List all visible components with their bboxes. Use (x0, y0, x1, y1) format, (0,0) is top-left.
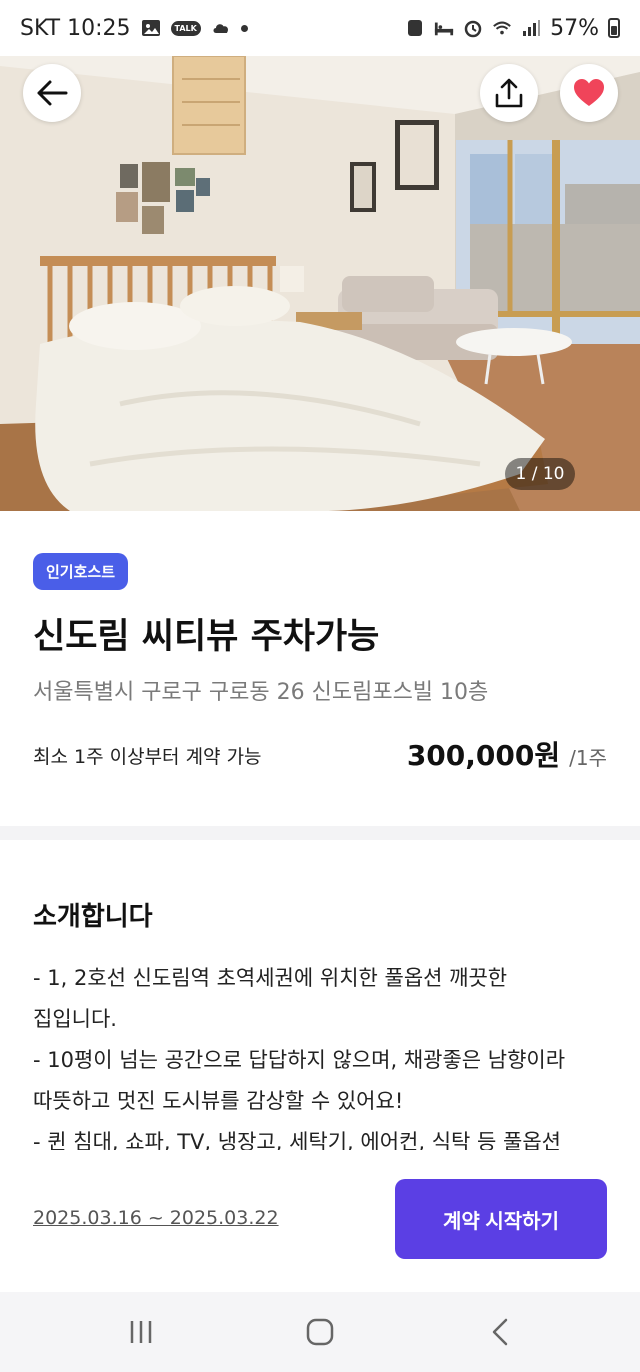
home-icon (306, 1318, 334, 1346)
description-line: 따뜻하고 멋진 도시뷰를 감상할 수 있어요! (33, 1089, 404, 1113)
room-photo-carousel[interactable]: 1 / 10 (0, 44, 640, 511)
alarm-icon (464, 20, 482, 38)
description-line: 집입니다. (33, 1007, 117, 1031)
minimum-term-text: 최소 1주 이상부터 계약 가능 (33, 746, 262, 768)
popular-host-badge: 인기호스트 (33, 553, 129, 590)
home-button[interactable] (300, 1314, 340, 1350)
carrier-time: SKT 10:25 (20, 15, 131, 41)
intro-description[interactable]: - 1, 2호선 신도림역 초역세권에 위치한 풀옵션 깨끗한 집입니다. - … (33, 958, 613, 1152)
status-left: SKT 10:25 TALK (20, 16, 248, 41)
chevron-left-icon (492, 1318, 508, 1346)
status-right: 57% (405, 16, 620, 41)
cloud-icon (213, 24, 228, 33)
wifi-icon (493, 21, 511, 35)
price-row: 300,000원 /1주 (407, 734, 607, 774)
section-divider (0, 826, 640, 840)
battery-icon (608, 18, 620, 38)
gallery-notification-icon (141, 20, 160, 36)
intro-section-title: 소개합니다 (33, 902, 153, 932)
favorite-button[interactable] (560, 64, 618, 122)
talk-notification-icon: TALK (170, 20, 201, 36)
arrow-left-icon (37, 80, 68, 106)
more-notifications-dot-icon (240, 24, 248, 32)
photo-counter: 1 / 10 (505, 458, 575, 490)
bed-icon (435, 22, 454, 36)
recent-apps-button[interactable] (121, 1314, 161, 1350)
share-icon (495, 78, 523, 108)
status-bar: SKT 10:25 TALK 57% (0, 0, 640, 56)
room-photo (0, 44, 640, 511)
description-line: - 10평이 넘는 공간으로 답답하지 않으며, 채광좋은 남향이라 (33, 1048, 566, 1072)
date-range-link[interactable]: 2025.03.16 ~ 2025.03.22 (33, 1207, 279, 1229)
heart-icon (574, 79, 604, 106)
bottom-action-bar: 2025.03.16 ~ 2025.03.22 계약 시작하기 (0, 1150, 640, 1292)
app-notification-icon (408, 20, 423, 36)
back-button[interactable] (23, 64, 81, 122)
share-button[interactable] (480, 64, 538, 122)
system-nav-bar (0, 1292, 640, 1372)
system-back-button[interactable] (480, 1314, 520, 1350)
listing-title: 신도림 씨티뷰 주차가능 (33, 617, 380, 657)
description-line: - 퀸 침대, 쇼파, TV, 냉장고, 세탁기, 에어컨, 식탁 등 풀옵션 (33, 1130, 561, 1152)
listing-address: 서울특별시 구로구 구로동 26 신도림포스빌 10층 (33, 680, 489, 705)
price-unit: /1주 (569, 746, 607, 770)
battery-percent: 57% (550, 15, 599, 41)
signal-icon (523, 20, 541, 36)
description-line: - 1, 2호선 신도림역 초역세권에 위치한 풀옵션 깨끗한 (33, 966, 508, 990)
price-value: 300,000원 (406, 739, 561, 772)
start-contract-button[interactable]: 계약 시작하기 (395, 1179, 607, 1259)
recent-apps-icon (130, 1321, 152, 1343)
